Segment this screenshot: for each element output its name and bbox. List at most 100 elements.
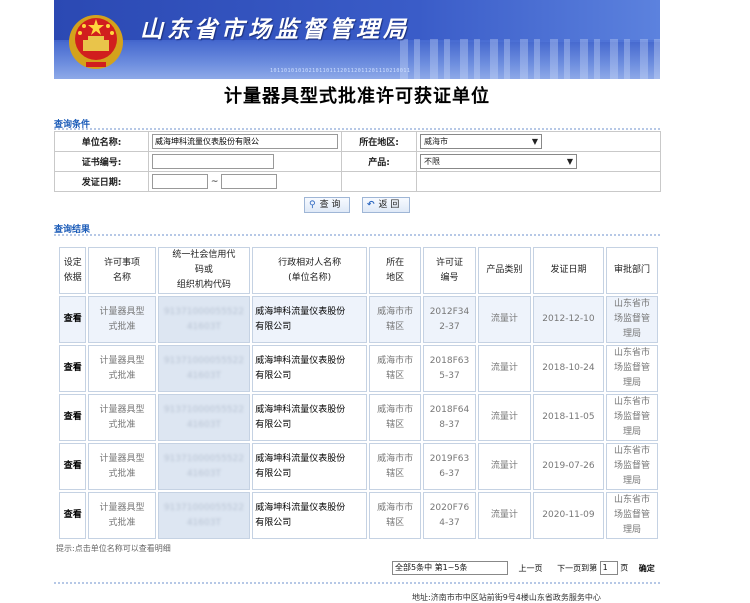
query-form: 单位名称: 威海坤科流量仪表股份有限公 所在地区: 威海市 ▼ 证书编号: 产品:… xyxy=(54,131,661,192)
region-select[interactable]: 威海市 ▼ xyxy=(420,134,542,149)
issue-date-cell: 2018-10-24 xyxy=(532,345,605,392)
region-select-value: 威海市 xyxy=(424,137,448,146)
header-banner: 山东省市场监督管理局 10110101010210110111201120112… xyxy=(54,0,660,79)
license-no-cell: 2018F64 8-37 xyxy=(423,394,476,441)
issue-date-cell: 2019-07-26 xyxy=(532,443,605,490)
credit-code-cell: 91371000055522 41603T xyxy=(157,443,251,490)
license-no-cell: 2012F34 2-37 xyxy=(423,296,476,343)
chevron-down-icon: ▼ xyxy=(531,137,538,146)
credit-code-cell: 91371000055522 41603T xyxy=(157,394,251,441)
region-cell: 威海市市 辖区 xyxy=(369,443,422,490)
goto-suffix: 页 xyxy=(620,563,629,573)
license-no-cell: 2020F76 4-37 xyxy=(423,492,476,539)
category-cell: 流量计 xyxy=(477,394,531,441)
issue-date-end-input[interactable] xyxy=(221,174,278,189)
table-row: 查看 计量器具型 式批准 91371000055522 41603T 威海坤科流量仪表… xyxy=(59,394,658,441)
permit-item-cell: 计量器具型 式批准 xyxy=(88,443,156,490)
product-label: 产品: xyxy=(341,151,417,172)
column-header: 许可事项 名称 xyxy=(88,247,156,294)
footer-address: 地址:济南市市中区站前街9号4楼山东省政务服务中心 xyxy=(412,593,601,602)
column-header: 所在 地区 xyxy=(369,247,422,294)
view-link[interactable]: 查看 xyxy=(59,492,87,539)
view-link[interactable]: 查看 xyxy=(59,394,87,441)
unit-name-link[interactable]: 威海坤科流量仪表股份 有限公司 xyxy=(252,296,368,343)
category-cell: 流量计 xyxy=(477,443,531,490)
table-row: 查看 计量器具型 式批准 91371000055522 41603T 威海坤科流量仪表… xyxy=(59,296,658,343)
region-cell: 威海市市 辖区 xyxy=(369,296,422,343)
credit-code-text: 91371000055522 41603T xyxy=(163,306,244,332)
cert-no-label: 证书编号: xyxy=(54,151,149,172)
pagination: 全部5条中 第1~5条 上一页 下一页到第 1 页 确定 xyxy=(392,561,655,575)
chevron-down-icon: ▼ xyxy=(566,157,573,166)
issue-date-start-input[interactable] xyxy=(152,174,208,189)
undo-icon: ↶ xyxy=(367,200,375,210)
product-select-value: 不限 xyxy=(424,157,440,166)
results-body: 查看 计量器具型 式批准 91371000055522 41603T 威海坤科流量仪表… xyxy=(59,296,658,539)
approval-dept-cell: 山东省市 场监督管 理局 xyxy=(606,492,658,539)
prev-page-link[interactable]: 上一页 xyxy=(519,564,543,573)
credit-code-text: 91371000055522 41603T xyxy=(163,404,244,430)
credit-code-cell: 91371000055522 41603T xyxy=(157,345,251,392)
category-cell: 流量计 xyxy=(477,345,531,392)
page-summary: 全部5条中 第1~5条 xyxy=(392,561,508,575)
banner-binary-text: 1011010101021011011120112011201110210011 xyxy=(270,68,411,74)
view-link[interactable]: 查看 xyxy=(59,345,87,392)
unit-name-input[interactable]: 威海坤科流量仪表股份有限公 xyxy=(152,134,338,149)
issue-date-label: 发证日期: xyxy=(54,171,149,192)
page-number-input[interactable]: 1 xyxy=(599,561,618,575)
unit-name-link[interactable]: 威海坤科流量仪表股份 有限公司 xyxy=(252,394,368,441)
issue-date-cell: 2020-11-09 xyxy=(532,492,605,539)
hint-text: 提示:点击单位名称可以查看明细 xyxy=(56,544,171,553)
column-header: 设定 依据 xyxy=(59,247,87,294)
divider xyxy=(54,128,660,130)
empty-cell xyxy=(341,171,417,192)
results-table: 设定 依据 许可事项 名称 统一社会信用代 码或 组织机构代码 行政相对人名称 … xyxy=(57,245,660,541)
search-button-label: 查 询 xyxy=(319,200,341,210)
category-cell: 流量计 xyxy=(477,296,531,343)
credit-code-text: 91371000055522 41603T xyxy=(163,453,244,479)
view-link[interactable]: 查看 xyxy=(59,443,87,490)
search-button[interactable]: ⚲ 查 询 xyxy=(304,197,350,213)
approval-dept-cell: 山东省市 场监督管 理局 xyxy=(606,296,658,343)
divider xyxy=(54,234,660,236)
column-header: 统一社会信用代 码或 组织机构代码 xyxy=(157,247,251,294)
agency-title: 山东省市场监督管理局 xyxy=(140,16,410,43)
table-row: 查看 计量器具型 式批准 91371000055522 41603T 威海坤科流量仪表… xyxy=(59,443,658,490)
permit-item-cell: 计量器具型 式批准 xyxy=(88,394,156,441)
column-header: 发证日期 xyxy=(532,247,605,294)
issue-date-cell: 2012-12-10 xyxy=(532,296,605,343)
approval-dept-cell: 山东省市 场监督管 理局 xyxy=(606,394,658,441)
column-header: 行政相对人名称 (单位名称) xyxy=(252,247,368,294)
permit-item-cell: 计量器具型 式批准 xyxy=(88,492,156,539)
product-select[interactable]: 不限 ▼ xyxy=(420,154,577,169)
approval-dept-cell: 山东省市 场监督管 理局 xyxy=(606,443,658,490)
permit-item-cell: 计量器具型 式批准 xyxy=(88,296,156,343)
column-header: 审批部门 xyxy=(606,247,658,294)
date-separator: ~ xyxy=(210,177,219,187)
next-page-link[interactable]: 下一页 xyxy=(557,564,581,573)
unit-name-label: 单位名称: xyxy=(54,131,149,152)
unit-name-link[interactable]: 威海坤科流量仪表股份 有限公司 xyxy=(252,345,368,392)
approval-dept-cell: 山东省市 场监督管 理局 xyxy=(606,345,658,392)
unit-name-link[interactable]: 威海坤科流量仪表股份 有限公司 xyxy=(252,492,368,539)
back-button[interactable]: ↶ 返 回 xyxy=(362,197,410,213)
page-title: 计量器具型式批准许可获证单位 xyxy=(224,86,490,107)
goto-prefix: 到第 xyxy=(581,563,598,573)
license-no-cell: 2018F63 5-37 xyxy=(423,345,476,392)
national-emblem-icon xyxy=(69,15,123,69)
search-icon: ⚲ xyxy=(309,200,316,210)
unit-name-link[interactable]: 威海坤科流量仪表股份 有限公司 xyxy=(252,443,368,490)
divider xyxy=(54,582,660,584)
table-row: 查看 计量器具型 式批准 91371000055522 41603T 威海坤科流量仪表… xyxy=(59,492,658,539)
confirm-button[interactable]: 确定 xyxy=(639,564,655,573)
cert-no-input[interactable] xyxy=(152,154,274,169)
column-header: 产品类别 xyxy=(477,247,531,294)
column-header: 许可证 编号 xyxy=(423,247,476,294)
region-cell: 威海市市 辖区 xyxy=(369,394,422,441)
view-link[interactable]: 查看 xyxy=(59,296,87,343)
credit-code-cell: 91371000055522 41603T xyxy=(157,492,251,539)
empty-cell xyxy=(416,171,661,192)
credit-code-text: 91371000055522 41603T xyxy=(163,502,244,528)
category-cell: 流量计 xyxy=(477,492,531,539)
credit-code-text: 91371000055522 41603T xyxy=(163,355,244,381)
